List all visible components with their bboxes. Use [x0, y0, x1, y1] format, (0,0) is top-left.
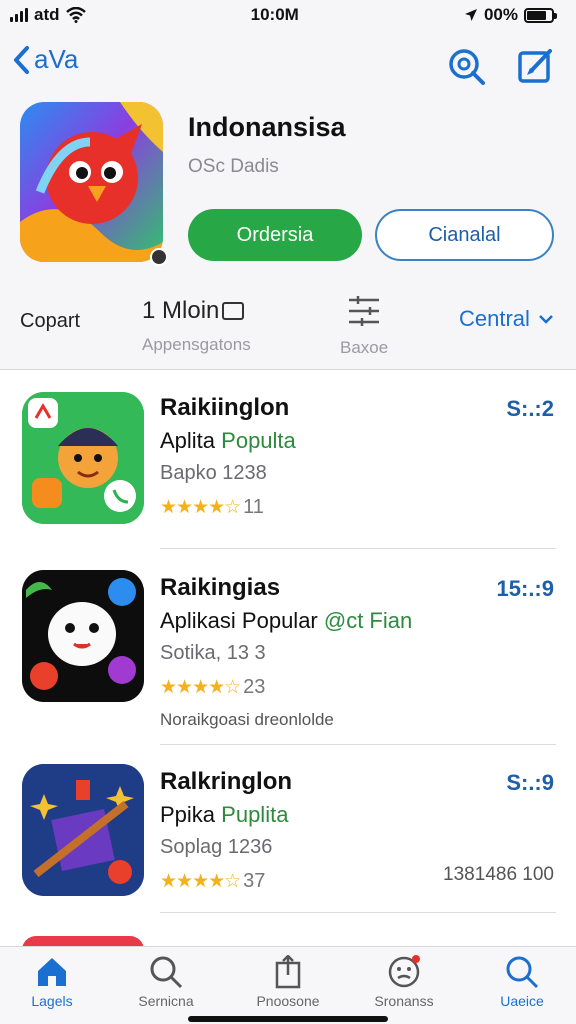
- price-button[interactable]: S:.:2: [506, 396, 554, 422]
- ghost-icon: [22, 570, 144, 702]
- compose-icon[interactable]: [516, 46, 556, 86]
- list-icon: [349, 296, 379, 326]
- game-character-icon: [22, 392, 144, 524]
- row-extra: Noraikgoasi dreonlolde: [160, 710, 334, 729]
- row-subtitle: Ppika Puplita: [160, 802, 288, 828]
- divider: [160, 912, 556, 913]
- row-sub-tag: Populta: [221, 428, 296, 453]
- meta-row: Copart 1 Mloin Appensgatons Baxoe Centra…: [0, 292, 576, 362]
- search-icon: [150, 956, 183, 989]
- price-button[interactable]: 15:.:9: [497, 576, 554, 602]
- list-item[interactable]: Raikiinglon Aplita Populta Bapko 1238 ★★…: [0, 370, 576, 550]
- chevron-down-icon: [539, 315, 553, 324]
- home-indicator[interactable]: [188, 1016, 388, 1022]
- row-title: Ralkringlon: [160, 768, 293, 795]
- row-sub-text: Aplita: [160, 428, 222, 453]
- status-right: 00%: [464, 5, 557, 25]
- row-sub-tag: Puplita: [221, 802, 289, 827]
- bird-icon: [20, 102, 163, 262]
- meta-label-2: 1 Mloin: [142, 297, 220, 324]
- tab-sernicna[interactable]: Sernicna: [116, 955, 216, 1009]
- app-header: aVa Indonansisa OSc Dadis Ordersia Ciana…: [0, 30, 576, 370]
- list-item[interactable]: Raikingias Aplikasi Popular @ct Fian Sot…: [0, 550, 576, 745]
- tab-uaeice[interactable]: Uaeice: [472, 955, 572, 1009]
- tab-label: Lagels: [31, 993, 73, 1009]
- rating: ★★★★☆ 11: [160, 496, 264, 519]
- row-title: Raikingias: [160, 574, 281, 601]
- location-icon: [464, 9, 477, 21]
- row-subtitle: Aplita Populta: [160, 428, 296, 454]
- rating-count: 23: [243, 676, 266, 698]
- rating-stars: ★★★★☆: [160, 497, 241, 518]
- carrier-label: atd: [34, 5, 60, 24]
- row-sub-tag: @ct Fian: [323, 608, 413, 633]
- row-meta: Bapko 1238: [160, 462, 267, 484]
- tab-label: Pnoosone: [256, 993, 320, 1009]
- row-meta: Sotika, 13 3: [160, 642, 266, 664]
- list-item[interactable]: Ralkringlon Ppika Puplita Soplag 1236 ★★…: [0, 744, 576, 924]
- signal-icon: [10, 8, 28, 22]
- battery-percent: 00%: [483, 5, 518, 24]
- back-label: aVa: [34, 44, 79, 74]
- chevron-left-icon: [14, 45, 29, 74]
- tab-label: Sronanss: [374, 993, 434, 1009]
- meta-item-3: Baxoe: [340, 295, 388, 358]
- row-title: Raikiinglon: [160, 394, 290, 421]
- battery-fill: [527, 10, 547, 20]
- tab-pnoosone[interactable]: Pnoosone: [238, 955, 338, 1009]
- search-icon: [506, 956, 539, 989]
- row-subtitle: Aplikasi Popular @ct Fian: [160, 608, 412, 634]
- rating-stars: ★★★★☆: [160, 677, 241, 698]
- primary-button[interactable]: Ordersia: [188, 209, 362, 261]
- secondary-button[interactable]: Cianalal: [375, 209, 554, 261]
- window-icon: [222, 302, 245, 320]
- meta-sublabel-3: Baxoe: [340, 338, 389, 357]
- badge-icon: [150, 248, 168, 266]
- fireworks-icon: [22, 764, 144, 896]
- status-left: atd: [10, 5, 86, 25]
- row-extra-right: 1381486 100: [443, 864, 554, 885]
- search-icon[interactable]: [446, 46, 486, 86]
- app-icon: [22, 764, 144, 896]
- meta-item-2: 1 Mloin Appensgatons: [142, 297, 251, 355]
- meta-label-1: Copart: [20, 310, 81, 332]
- rating: ★★★★☆ 37: [160, 870, 265, 893]
- rating-stars: ★★★★☆: [160, 871, 241, 892]
- price-button[interactable]: S:.:9: [506, 770, 554, 796]
- rating-count: 11: [243, 496, 264, 518]
- status-time: 10:0M: [250, 5, 299, 24]
- rating: ★★★★☆ 23: [160, 676, 265, 699]
- app-icon[interactable]: [20, 102, 163, 262]
- status-bar: atd 10:0M 00%: [0, 0, 576, 30]
- share-icon: [275, 955, 301, 989]
- tab-lagels[interactable]: Lagels: [2, 955, 102, 1009]
- tab-label: Uaeice: [500, 993, 544, 1009]
- meta-item-1: Copart: [20, 310, 80, 333]
- battery-icon: [524, 7, 557, 23]
- app-icon: [22, 570, 144, 702]
- app-title: Indonansisa: [188, 112, 346, 142]
- app-subtitle: OSc Dadis: [188, 156, 279, 177]
- face-icon: [388, 955, 420, 988]
- back-button[interactable]: aVa: [12, 44, 78, 75]
- category-dropdown[interactable]: Central: [459, 306, 554, 332]
- meta-sublabel-2: Appensgatons: [142, 335, 251, 354]
- tab-bar: Lagels Sernicna Pnoosone Sronanss Uaeice: [0, 946, 576, 1024]
- divider: [160, 548, 556, 549]
- tab-sronanss[interactable]: Sronanss: [354, 955, 454, 1009]
- row-sub-text: Ppika: [160, 802, 222, 827]
- wifi-icon: [65, 7, 86, 23]
- row-meta: Soplag 1236: [160, 836, 273, 858]
- rating-count: 37: [243, 870, 266, 892]
- app-icon: [22, 392, 144, 524]
- meta-label-4: Central: [459, 306, 530, 331]
- tab-label: Sernicna: [138, 993, 194, 1009]
- nav-bar: aVa: [0, 44, 576, 88]
- home-icon: [38, 958, 66, 986]
- row-sub-text: Aplikasi Popular: [160, 608, 324, 633]
